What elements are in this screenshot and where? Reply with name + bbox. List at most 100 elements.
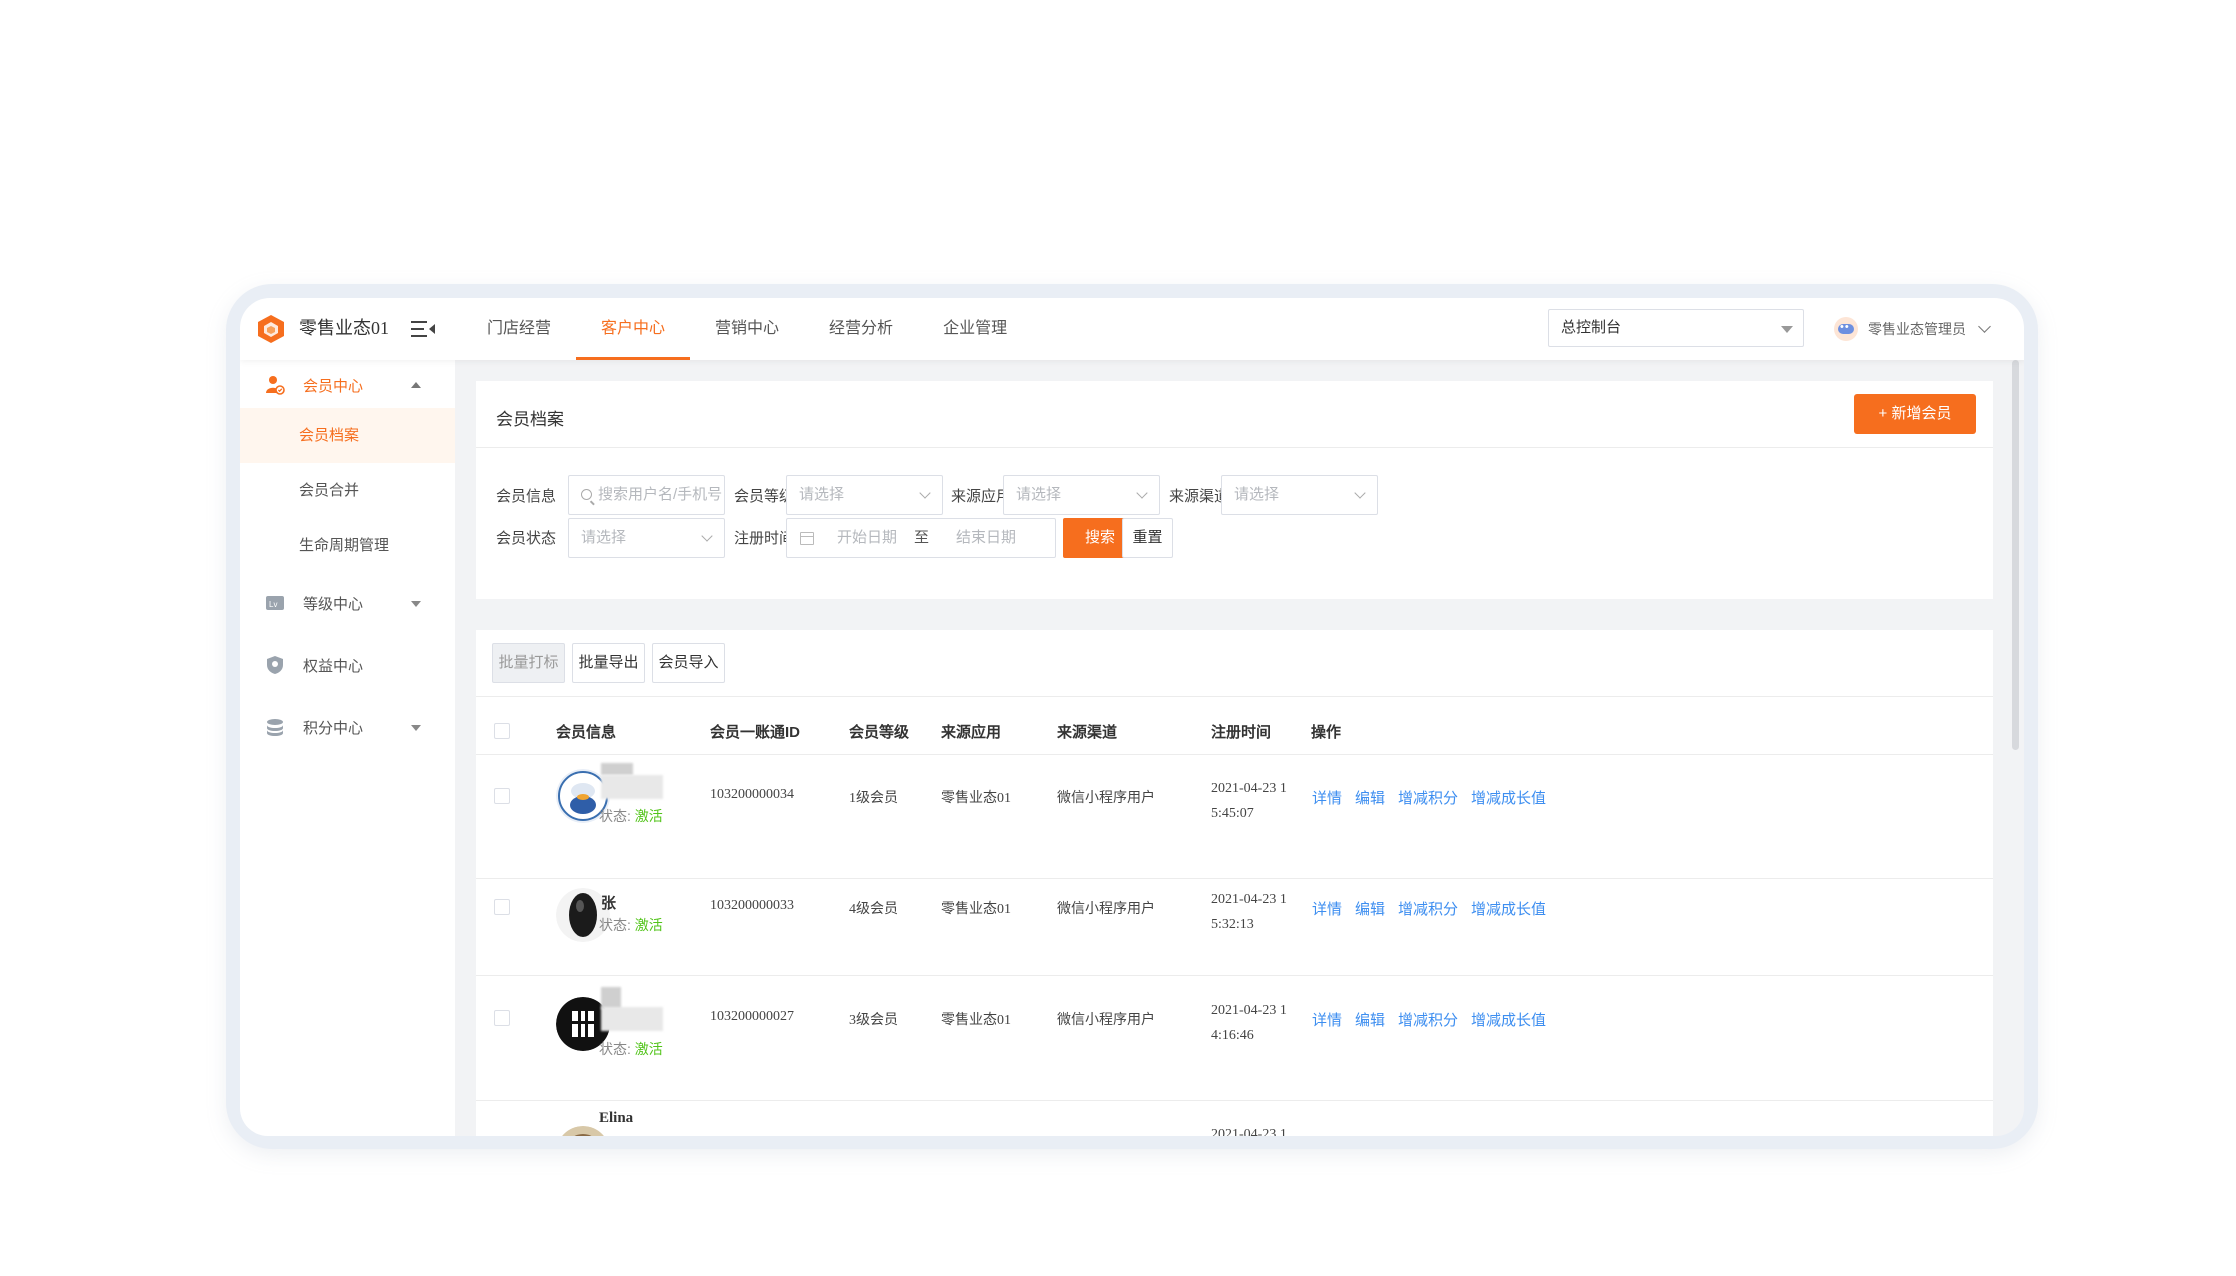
reg-time: 2021-04-23 1 4:16:46 <box>1211 998 1287 1048</box>
reg-time: 2021-04-23 1 5:32:13 <box>1211 887 1287 937</box>
chevron-down-icon <box>1354 487 1366 499</box>
masked-name <box>601 1007 663 1031</box>
row-actions: 详情 编辑 增减积分 增减成长值 <box>1312 898 1546 919</box>
start-date-placeholder: 开始日期 <box>837 529 898 546</box>
detail-link[interactable]: 详情 <box>1312 898 1342 919</box>
member-search-input[interactable]: 搜索用户名/手机号 <box>568 475 725 515</box>
divider <box>476 878 1993 879</box>
nav-customer-center[interactable]: 客户中心 <box>576 298 691 360</box>
adjust-points-link[interactable]: 增减积分 <box>1398 787 1458 808</box>
user-name: 零售业态管理员 <box>1868 321 1966 337</box>
member-name: 张 <box>601 895 617 912</box>
member-status: 状态: 激活 <box>599 1039 663 1059</box>
source-app: 零售业态01 <box>941 791 1011 806</box>
member-level-select[interactable]: 请选择 <box>786 475 943 515</box>
edit-link[interactable]: 编辑 <box>1355 1009 1385 1030</box>
edit-link[interactable]: 编辑 <box>1355 787 1385 808</box>
divider <box>476 975 1993 976</box>
select-placeholder: 请选择 <box>1234 486 1280 503</box>
masked-name <box>601 775 663 799</box>
edit-link[interactable]: 编辑 <box>1355 898 1385 919</box>
masked-name <box>601 987 621 1009</box>
reg-time-line: 2021-04-23 1 <box>1211 892 1287 907</box>
sidebar-group-points-center[interactable]: 积分中心 <box>240 702 455 752</box>
sidebar-group-label: 会员中心 <box>303 377 364 395</box>
sidebar-group-rights-center[interactable]: 权益中心 <box>240 640 455 690</box>
select-placeholder: 请选择 <box>799 486 845 503</box>
search-icon <box>581 489 592 500</box>
member-id: 103200000034 <box>710 787 794 802</box>
menu-collapse-icon[interactable] <box>410 318 436 340</box>
console-select[interactable]: 总控制台 <box>1548 309 1804 347</box>
status-prefix: 状态: <box>599 1041 635 1057</box>
sidebar-group-level-center[interactable]: Lv 等级中心 <box>240 578 455 628</box>
reg-time-line: 2021-04-23 1 <box>1211 1127 1287 1136</box>
app-screen: 零售业态01 门店经营 客户中心 营销中心 经营分析 企业管理 总控制台 零售业… <box>240 298 2024 1136</box>
source-channel-label: 来源渠道 <box>1169 488 1230 505</box>
batch-export-button[interactable]: 批量导出 <box>572 643 645 683</box>
adjust-growth-link[interactable]: 增减成长值 <box>1471 1009 1546 1030</box>
nav-marketing-center[interactable]: 营销中心 <box>690 298 804 360</box>
caret-up-icon <box>411 382 421 388</box>
sidebar-group-member-center[interactable]: 会员中心 <box>240 360 455 410</box>
row-checkbox[interactable] <box>494 1010 510 1026</box>
chevron-down-icon <box>1978 320 1991 333</box>
source-channel: 微信小程序用户 <box>1057 900 1155 916</box>
member-avatar <box>562 1126 604 1136</box>
adjust-growth-link[interactable]: 增减成长值 <box>1471 787 1546 808</box>
member-status-select[interactable]: 请选择 <box>568 518 725 558</box>
row-checkbox[interactable] <box>494 788 510 804</box>
nav-store-ops[interactable]: 门店经营 <box>462 298 576 360</box>
adjust-points-link[interactable]: 增减积分 <box>1398 898 1458 919</box>
col-header-member-info: 会员信息 <box>556 724 617 741</box>
adjust-growth-link[interactable]: 增减成长值 <box>1471 898 1546 919</box>
sidebar-item-member-archive[interactable]: 会员档案 <box>240 408 455 463</box>
sidebar-item-member-merge[interactable]: 会员合并 <box>240 463 455 518</box>
brand-name: 零售业态01 <box>299 318 389 338</box>
adjust-points-link[interactable]: 增减积分 <box>1398 1009 1458 1030</box>
reg-time-line: 5:45:07 <box>1211 806 1254 821</box>
row-actions: 详情 编辑 增减积分 增减成长值 <box>1312 1009 1546 1030</box>
sidebar-item-lifecycle[interactable]: 生命周期管理 <box>240 518 455 573</box>
divider <box>476 754 1993 755</box>
nav-enterprise-mgmt[interactable]: 企业管理 <box>918 298 1032 360</box>
select-placeholder: 请选择 <box>581 529 627 546</box>
sidebar-group-label: 权益中心 <box>303 657 364 675</box>
member-import-button[interactable]: 会员导入 <box>652 643 725 683</box>
source-app-label: 来源应用 <box>951 488 1012 505</box>
add-member-button[interactable]: + 新增会员 <box>1854 394 1976 434</box>
level-icon: Lv <box>266 596 284 610</box>
source-app-select[interactable]: 请选择 <box>1003 475 1160 515</box>
member-level: 1级会员 <box>849 791 898 806</box>
status-prefix: 状态: <box>599 808 635 824</box>
user-menu[interactable]: 零售业态管理员 <box>1834 315 1991 343</box>
reg-date-range[interactable]: 开始日期 至 结束日期 <box>786 518 1056 558</box>
detail-link[interactable]: 详情 <box>1312 1009 1342 1030</box>
member-level-label: 会员等级 <box>734 488 795 505</box>
divider <box>476 1100 1993 1101</box>
detail-link[interactable]: 详情 <box>1312 787 1342 808</box>
reg-time: 2021-04-23 1 5:45:07 <box>1211 776 1287 826</box>
brand-logo-icon <box>258 315 284 343</box>
sidebar-group-label: 积分中心 <box>303 719 364 737</box>
reg-time-line: 2021-04-23 1 <box>1211 781 1287 796</box>
source-channel: 微信小程序用户 <box>1057 789 1155 805</box>
status-badge: 激活 <box>634 1041 663 1057</box>
status-badge: 激活 <box>634 917 663 933</box>
source-channel: 微信小程序用户 <box>1057 1011 1155 1027</box>
col-header-source-app: 来源应用 <box>941 724 1002 741</box>
nav-business-analysis[interactable]: 经营分析 <box>804 298 918 360</box>
masked-name <box>601 763 633 775</box>
member-name: Elina <box>599 1110 634 1126</box>
vertical-scrollbar[interactable] <box>2012 360 2019 750</box>
select-all-checkbox[interactable] <box>494 723 510 739</box>
console-select-value: 总控制台 <box>1561 319 1622 336</box>
batch-tag-button[interactable]: 批量打标 <box>492 643 565 683</box>
reset-button[interactable]: 重置 <box>1122 518 1173 558</box>
row-checkbox[interactable] <box>494 899 510 915</box>
top-bar: 零售业态01 门店经营 客户中心 营销中心 经营分析 企业管理 总控制台 零售业… <box>240 298 2024 360</box>
source-channel-select[interactable]: 请选择 <box>1221 475 1378 515</box>
sidebar-group-label: 等级中心 <box>303 595 364 613</box>
member-status: 状态: 激活 <box>599 806 663 826</box>
member-icon <box>266 376 285 395</box>
